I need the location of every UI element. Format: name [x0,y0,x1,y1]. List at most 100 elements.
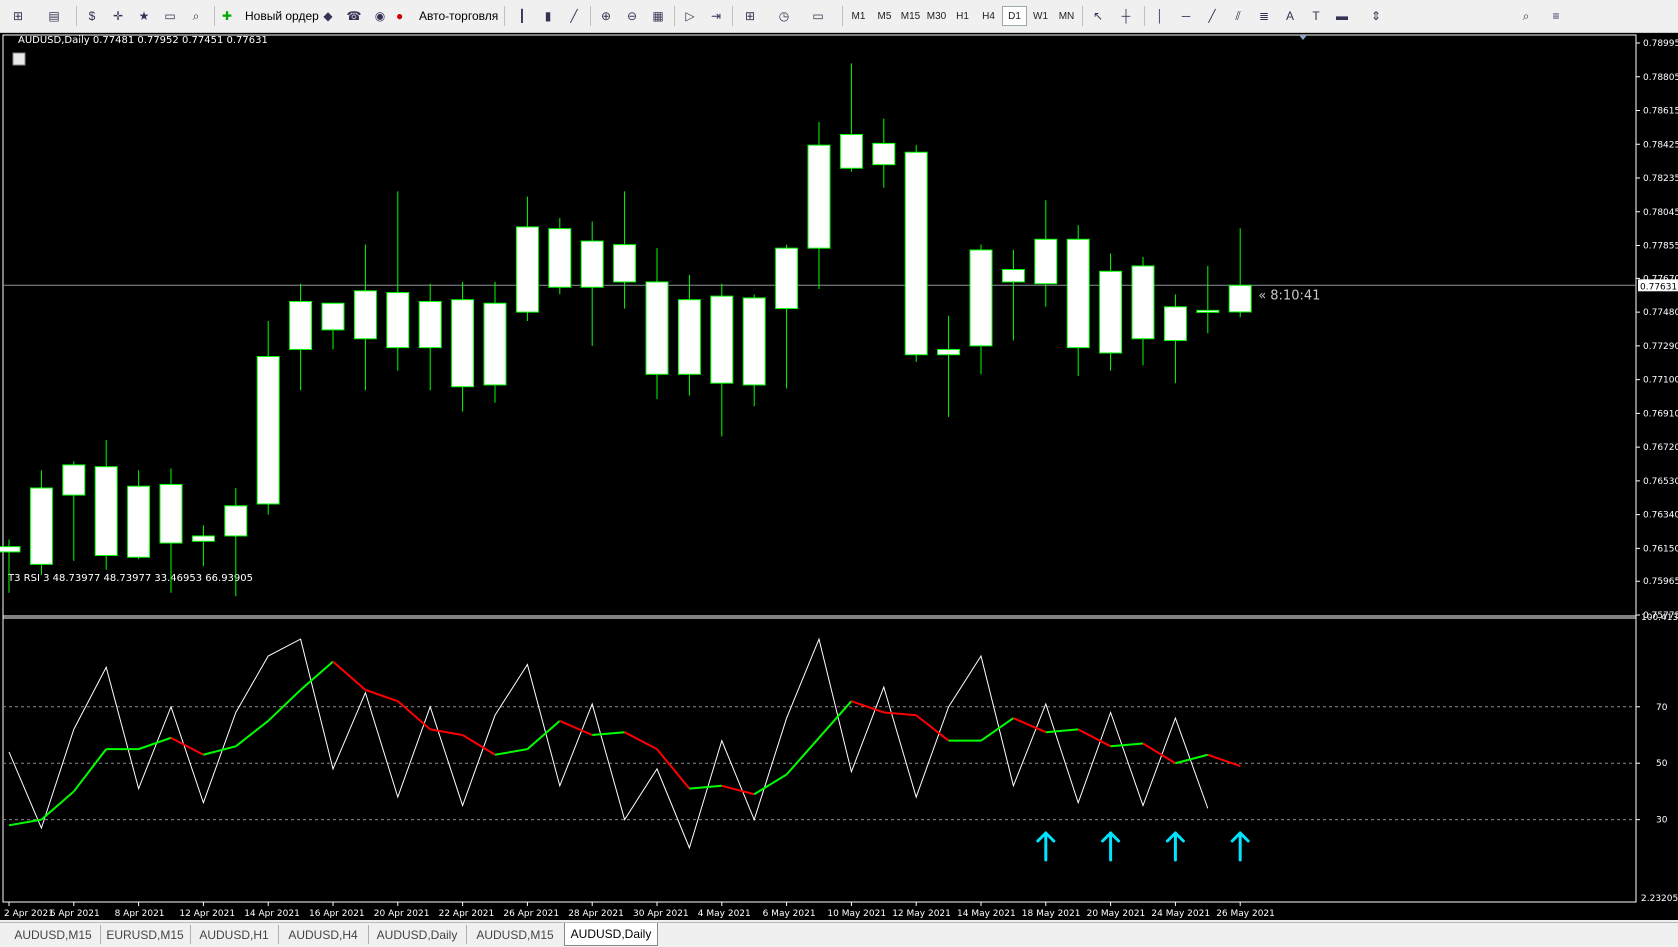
timeframe-h4[interactable]: H4 [976,6,1001,26]
chart-window[interactable]: AUDUSD,Daily 0.77481 0.77952 0.77451 0.7… [0,33,1678,920]
metaeditor-icon[interactable]: ◆ [318,6,338,26]
date-label: 12 Apr 2021 [179,909,235,919]
zoom-out-icon[interactable]: ⊖ [622,6,642,26]
horizontal-line-icon[interactable]: ─ [1176,6,1196,26]
tab-audusd-m15-2[interactable]: AUDUSD,M15 [466,925,565,944]
candle [710,283,734,437]
tab-audusd-h1[interactable]: AUDUSD,H1 [190,925,279,944]
candle-body [94,466,118,556]
signal-segment [170,736,204,756]
signal-segment [1013,717,1047,734]
text-icon[interactable]: A [1280,6,1300,26]
chart-options-button[interactable] [12,52,26,66]
indicators-icon[interactable]: ⊞ [740,6,760,26]
timeframe-w1[interactable]: W1 [1028,6,1053,26]
candle-body [289,300,313,350]
periods-icon[interactable]: ◷ [774,6,794,26]
candle-body [1099,270,1123,354]
tile-windows-icon[interactable]: ▦ [648,6,668,26]
tab-audusd-h4[interactable]: AUDUSD,H4 [278,925,369,944]
auto-scroll-icon[interactable]: ▷ [680,6,700,26]
date-label: 26 Apr 2021 [503,909,559,919]
date-label: 14 May 2021 [957,909,1016,919]
vertical-line-icon[interactable]: │ [1150,6,1170,26]
timeframe-m30[interactable]: M30 [924,6,949,26]
plus-icon: ✚ [222,9,233,23]
candle-body [807,144,831,249]
signal-segment [203,745,237,756]
candle [483,281,507,403]
candle-body [839,133,863,169]
trendline-icon[interactable]: ╱ [1202,6,1222,26]
price-tick-label: 0.78235 [1643,174,1678,184]
candle [1163,294,1187,384]
menu-icon[interactable]: ≡ [1546,6,1566,26]
indicator-panel-frame [2,615,1637,903]
candle-body [645,281,669,375]
text-label-icon[interactable]: T [1306,6,1326,26]
cursor-icon[interactable]: ↖ [1088,6,1108,26]
line-chart-icon[interactable]: ╱ [564,6,584,26]
candle-body [937,348,961,356]
fibonacci-icon[interactable]: ≣ [1254,6,1274,26]
candle [289,283,313,391]
price-tick-label: 0.78805 [1643,73,1678,83]
price-tick-label: 0.75965 [1643,577,1678,587]
new-order-button[interactable]: ✚ Новый ордер [222,6,322,26]
market-watch-icon[interactable]: $ [82,6,102,26]
date-label: 10 May 2021 [827,909,886,919]
navigator-icon[interactable]: ★ [134,6,154,26]
date-label: 16 Apr 2021 [309,909,365,919]
channel-icon[interactable]: ⫽ [1228,6,1248,26]
chart-shift-marker [1299,35,1307,40]
crosshair-icon[interactable]: ┼ [1116,6,1136,26]
timeframe-h1[interactable]: H1 [950,6,975,26]
chart-shift-icon[interactable]: ⇥ [706,6,726,26]
timeframe-d1[interactable]: D1 [1002,6,1027,26]
tab-audusd-daily[interactable]: AUDUSD,Daily [368,925,467,944]
date-label: 22 Apr 2021 [439,909,495,919]
candle [775,244,799,389]
terminal-icon[interactable]: ▭ [160,6,180,26]
templates-icon[interactable]: ▭ [808,6,828,26]
candle [872,118,896,188]
candle-body [548,228,572,288]
timeframe-m5[interactable]: M5 [872,6,897,26]
rsi-level-label: 50 [1656,759,1668,769]
profiles-icon[interactable]: ▤ [44,6,64,26]
market-icon[interactable]: ◉ [370,6,390,26]
timeframe-m15[interactable]: M15 [898,6,923,26]
price-tick-label: 0.76910 [1643,409,1678,419]
candle [548,217,572,295]
tab-audusd-m15[interactable]: AUDUSD,M15 [6,925,101,944]
candles-icon[interactable]: ▮ [538,6,558,26]
signal-segment [1142,742,1176,765]
signal-segment [235,720,269,748]
zoom-in-icon[interactable]: ⊕ [596,6,616,26]
tab-audusd-daily-active[interactable]: AUDUSD,Daily [564,923,658,946]
autotrading-button[interactable]: ● Авто-торговля [396,6,501,26]
strategy-tester-icon[interactable]: ⌕ [186,6,206,26]
chart-canvas[interactable]: AUDUSD,Daily 0.77481 0.77952 0.77451 0.7… [0,33,1678,920]
more-objects-icon[interactable]: ⇕ [1366,6,1386,26]
candle-body [1228,284,1252,313]
signal-segment [365,688,399,703]
search-icon[interactable]: ⌕ [1516,6,1536,26]
signal-segment [1045,728,1079,734]
signal-segment [1207,753,1241,767]
signals-icon[interactable]: ☎ [344,6,364,26]
arrow-shapes-icon[interactable]: ▬ [1332,6,1352,26]
timeframe-m1[interactable]: M1 [846,6,871,26]
candle [580,221,604,346]
timeframe-mn[interactable]: MN [1054,6,1079,26]
new-chart-icon[interactable]: ⊞ [8,6,28,26]
tab-eurusd-m15[interactable]: EURUSD,M15 [100,925,191,944]
bar-chart-icon[interactable]: ┃ [512,6,532,26]
signal-segment [656,748,691,790]
date-label: 18 May 2021 [1022,909,1081,919]
signal-segment [1110,742,1144,748]
price-tick-label: 0.77855 [1643,242,1678,252]
data-window-icon[interactable]: ✛ [108,6,128,26]
signal-segment [8,818,42,827]
candle [1001,249,1025,341]
